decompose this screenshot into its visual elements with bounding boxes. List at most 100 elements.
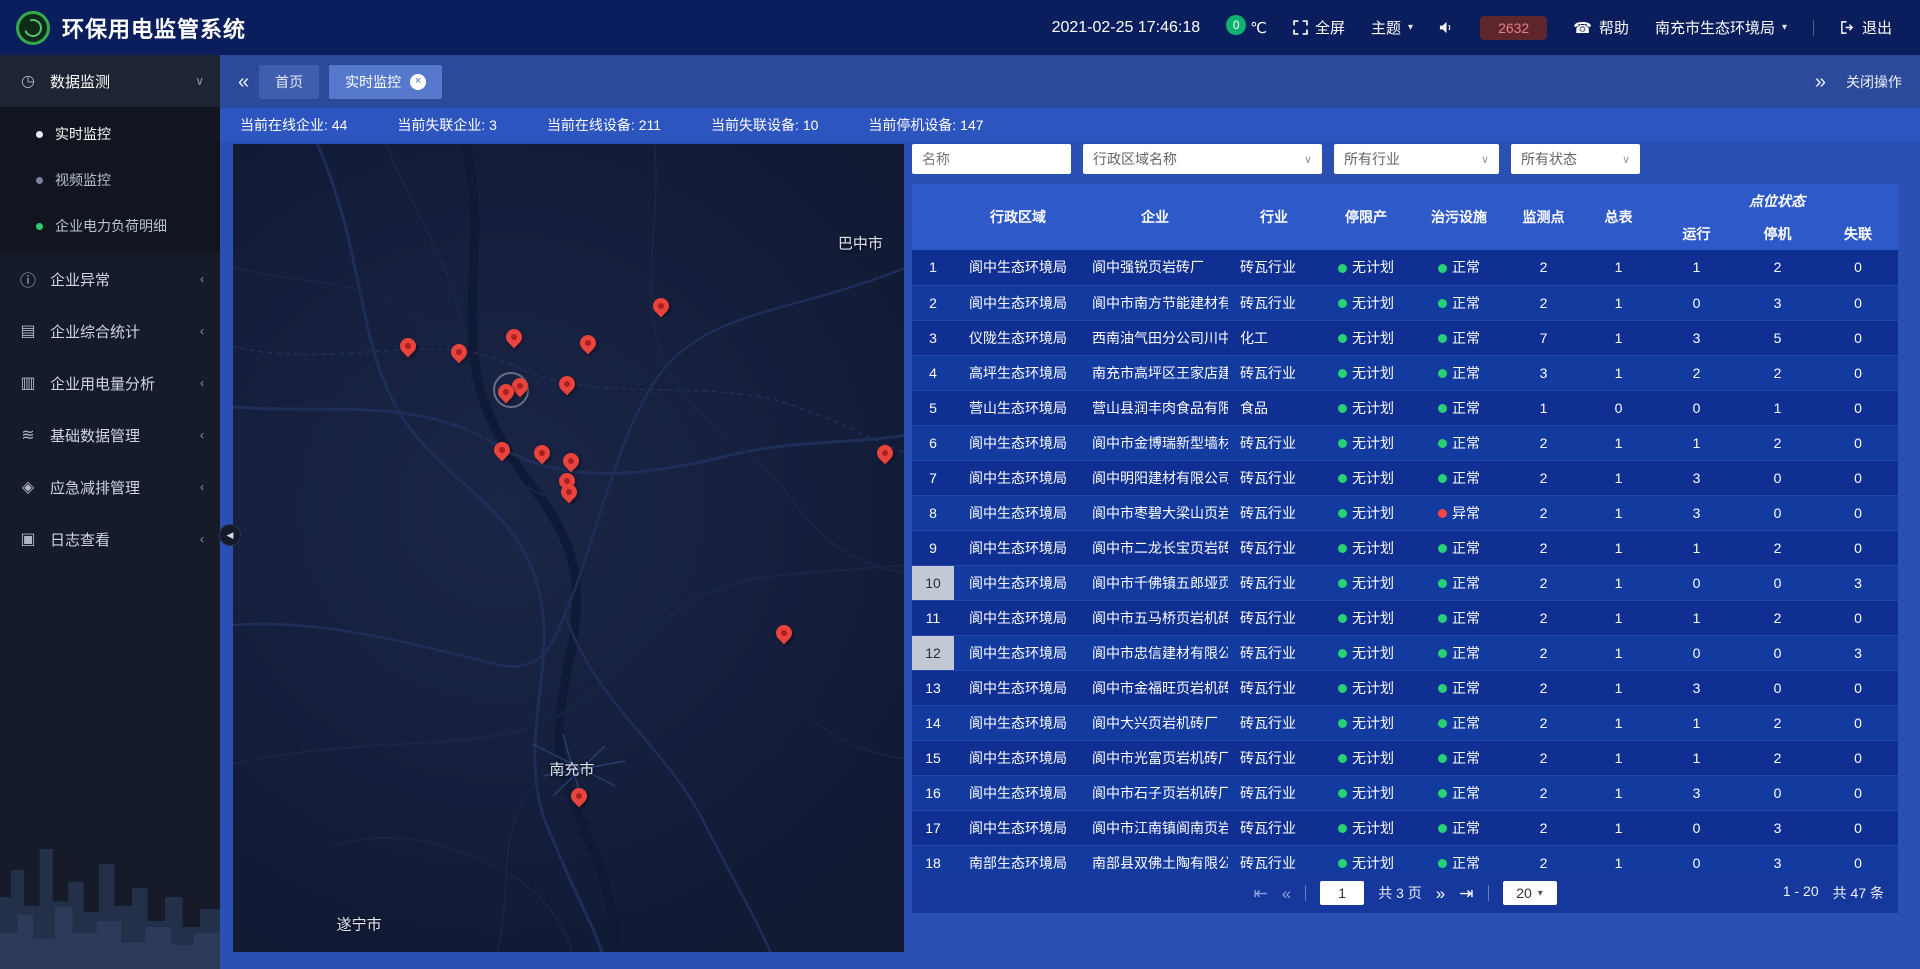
cell-meters: 1 xyxy=(1581,635,1656,670)
cell-production: 无计划 xyxy=(1320,600,1412,635)
chevron-left-icon: ‹ xyxy=(200,324,204,338)
next-page-button[interactable]: » xyxy=(1436,885,1445,902)
industry-filter-value: 所有行业 xyxy=(1344,149,1400,169)
map-pin[interactable] xyxy=(505,327,523,349)
table-row[interactable]: 4高坪生态环境局南充市高坪区王家店建砖瓦行业无计划正常31220 xyxy=(912,355,1898,390)
table-row[interactable]: 18南部生态环境局南部县双佛土陶有限公砖瓦行业无计划正常21030 xyxy=(912,845,1898,873)
org-menu[interactable]: 南充市生态环境局 ▾ xyxy=(1655,17,1787,38)
table-row[interactable]: 13阆中生态环境局阆中市金福旺页岩机砖砖瓦行业无计划正常21300 xyxy=(912,670,1898,705)
cell-points: 2 xyxy=(1506,740,1581,775)
map-pin[interactable] xyxy=(450,342,468,364)
sidebar-item-log-view[interactable]: ▣日志查看‹ xyxy=(0,513,220,565)
pin-icon xyxy=(560,450,583,473)
sidebar-item-power-load-detail[interactable]: 企业电力负荷明细 xyxy=(0,203,220,249)
sidebar-item-power-usage-analysis[interactable]: ▥企业用电量分析‹ xyxy=(0,357,220,409)
last-page-button[interactable]: ⇥ xyxy=(1459,885,1473,902)
first-page-button[interactable]: ⇤ xyxy=(1253,885,1267,902)
map-pin[interactable] xyxy=(570,786,588,808)
sidebar-item-realtime-monitor[interactable]: 实时监控 xyxy=(0,111,220,157)
close-tab-icon[interactable]: × xyxy=(410,74,426,90)
help-button[interactable]: ☎ 帮助 xyxy=(1573,17,1629,38)
tab-home[interactable]: 首页 xyxy=(259,65,319,99)
status-dot-icon xyxy=(1438,439,1447,448)
table-row[interactable]: 15阆中生态环境局阆中市光富页岩机砖厂砖瓦行业无计划正常21120 xyxy=(912,740,1898,775)
cell-meters: 1 xyxy=(1581,775,1656,810)
cell-offline: 0 xyxy=(1818,600,1898,635)
table-row[interactable]: 16阆中生态环境局阆中市石子页岩机砖厂砖瓦行业无计划正常21300 xyxy=(912,775,1898,810)
tab-realtime-monitor[interactable]: 实时监控 × xyxy=(329,65,442,99)
chevron-left-icon: ‹ xyxy=(200,428,204,442)
status-dot-icon xyxy=(1438,544,1447,553)
map-panel[interactable]: 巴中市南充市遂宁市 xyxy=(233,144,904,952)
sidebar-item-enterprise-abnormal[interactable]: ⓘ企业异常‹ xyxy=(0,253,220,305)
table-row[interactable]: 9阆中生态环境局阆中市二龙长宝页岩砖砖瓦行业无计划正常21120 xyxy=(912,530,1898,565)
tab-bar-right: » 关闭操作 xyxy=(1815,72,1902,92)
table-row[interactable]: 14阆中生态环境局阆中大兴页岩机砖厂砖瓦行业无计划正常21120 xyxy=(912,705,1898,740)
map-pin[interactable] xyxy=(562,451,580,473)
table-row[interactable]: 11阆中生态环境局阆中市五马桥页岩机砖砖瓦行业无计划正常21120 xyxy=(912,600,1898,635)
table-row[interactable]: 10阆中生态环境局阆中市千佛镇五郎垭页岩砖瓦行业无计划正常21003 xyxy=(912,565,1898,600)
table-row[interactable]: 17阆中生态环境局阆中市江南镇阆南页岩砖瓦行业无计划正常21030 xyxy=(912,810,1898,845)
chevron-left-icon: ◀ xyxy=(227,530,234,541)
prev-page-button[interactable]: « xyxy=(1282,885,1291,902)
sidebar-item-base-data[interactable]: ≋基础数据管理‹ xyxy=(0,409,220,461)
page-size-select[interactable]: 20 ▾ xyxy=(1503,881,1557,905)
cell-region: 阆中生态环境局 xyxy=(954,460,1082,495)
name-filter-input[interactable] xyxy=(912,144,1071,174)
cell-meters: 1 xyxy=(1581,705,1656,740)
cell-meters: 1 xyxy=(1581,530,1656,565)
close-operations-button[interactable]: 关闭操作 xyxy=(1846,72,1902,92)
map-pin[interactable] xyxy=(558,374,576,396)
cell-region: 阆中生态环境局 xyxy=(954,705,1082,740)
page-number-input[interactable]: 1 xyxy=(1320,881,1364,905)
cell-running: 1 xyxy=(1656,600,1737,635)
cell-enterprise: 阆中市光富页岩机砖厂 xyxy=(1082,740,1228,775)
table-row[interactable]: 1阆中生态环境局阆中强锐页岩砖厂砖瓦行业无计划正常21120 xyxy=(912,250,1898,285)
map-pin[interactable] xyxy=(876,443,894,465)
region-filter-select[interactable]: 行政区域名称 ∨ xyxy=(1083,144,1322,174)
table-row[interactable]: 8阆中生态环境局阆中市枣碧大梁山页岩砖瓦行业无计划异常21300 xyxy=(912,495,1898,530)
map-pin[interactable] xyxy=(497,382,515,404)
speaker-icon xyxy=(1439,20,1454,35)
status-dot-icon xyxy=(1338,649,1347,658)
collapse-panel-button[interactable]: ◀ xyxy=(219,524,241,546)
table-row[interactable]: 5营山生态环境局营山县润丰肉食品有限食品无计划正常10010 xyxy=(912,390,1898,425)
sidebar-subitem-label: 企业电力负荷明细 xyxy=(55,216,167,236)
pin-icon xyxy=(495,381,518,404)
table-body: 1阆中生态环境局阆中强锐页岩砖厂砖瓦行业无计划正常211202阆中生态环境局阆中… xyxy=(912,250,1898,873)
pin-icon xyxy=(650,294,673,317)
tabs-scroll-right-button[interactable]: » xyxy=(1815,72,1826,92)
fullscreen-button[interactable]: 全屏 xyxy=(1293,17,1345,38)
map-pin[interactable] xyxy=(579,333,597,355)
map-pin[interactable] xyxy=(560,482,578,504)
table-row[interactable]: 6阆中生态环境局阆中市金博瑞新型墙材砖瓦行业无计划正常21120 xyxy=(912,425,1898,460)
status-filter-select[interactable]: 所有状态 ∨ xyxy=(1511,144,1640,174)
map-pin[interactable] xyxy=(493,440,511,462)
table-row[interactable]: 3仪陇生态环境局西南油气田分公司川中化工无计划正常71350 xyxy=(912,320,1898,355)
sidebar-item-video-monitor[interactable]: 视频监控 xyxy=(0,157,220,203)
table-row[interactable]: 7阆中生态环境局阆中明阳建材有限公司砖瓦行业无计划正常21300 xyxy=(912,460,1898,495)
map-pin[interactable] xyxy=(652,296,670,318)
app-logo-icon xyxy=(16,11,50,45)
logout-button[interactable]: 退出 xyxy=(1840,17,1892,38)
status-dot-icon xyxy=(1338,789,1347,798)
table-row[interactable]: 2阆中生态环境局阆中市南方节能建材有砖瓦行业无计划正常21030 xyxy=(912,285,1898,320)
industry-filter-select[interactable]: 所有行业 ∨ xyxy=(1334,144,1499,174)
emergency-icon: ◈ xyxy=(16,477,40,497)
sidebar-item-enterprise-statistics[interactable]: ▤企业综合统计‹ xyxy=(0,305,220,357)
map-pin[interactable] xyxy=(533,443,551,465)
theme-menu[interactable]: 主题 ▾ xyxy=(1371,17,1413,38)
cell-index: 8 xyxy=(912,495,954,530)
map-pin[interactable] xyxy=(399,336,417,358)
tabs-scroll-left-button[interactable]: « xyxy=(238,72,249,92)
sidebar-item-data-monitoring[interactable]: ◷数据监测∨ xyxy=(0,55,220,107)
sound-button[interactable] xyxy=(1439,20,1454,35)
sidebar-item-emergency-reduction[interactable]: ◈应急减排管理‹ xyxy=(0,461,220,513)
map-pin[interactable] xyxy=(775,623,793,645)
tab-label: 实时监控 xyxy=(345,72,401,92)
table-row[interactable]: 12阆中生态环境局阆中市忠信建材有限公砖瓦行业无计划正常21003 xyxy=(912,635,1898,670)
chevron-left-icon: ‹ xyxy=(200,480,204,494)
notification-badge[interactable]: 2632 xyxy=(1480,16,1547,40)
cell-production: 无计划 xyxy=(1320,810,1412,845)
stat-item: 当前在线设备: 211 xyxy=(547,115,661,135)
